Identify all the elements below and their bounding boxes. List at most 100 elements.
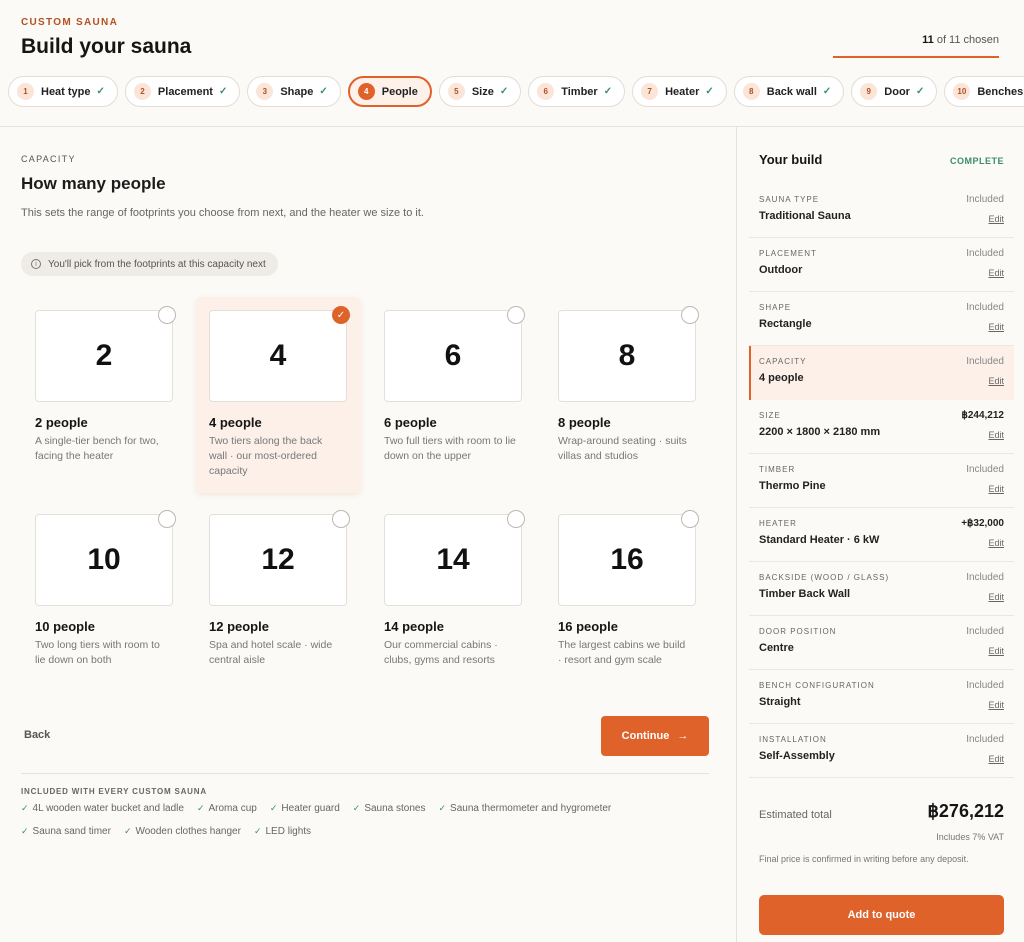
option-description: The largest cabins we build · resort and… [558,639,686,666]
section-description: This sets the range of footprints you ch… [21,207,424,219]
capacity-option-card[interactable]: 8 8 people Wrap-around seating · suits vil… [558,306,723,506]
capacity-option-card[interactable]: 6 6 people Two full tiers with room to lie… [384,306,549,506]
included-item: ✓ Heater guard [270,802,340,815]
step-number: 1 [17,83,34,100]
step-tab-9[interactable]: 9 Door ✓ [851,76,938,107]
edit-link[interactable]: Edit [988,268,1004,278]
summary-row-label: INSTALLATION [759,735,827,744]
included-item-label: LED lights [265,826,312,837]
included-item-label: Wooden clothes hanger [135,826,241,837]
check-icon: ✓ [21,826,29,836]
progress-bar [833,56,999,58]
radio-button[interactable] [158,510,176,528]
step-number: 5 [447,83,465,100]
step-tab-4[interactable]: 4 People [347,76,432,107]
summary-row-price: Included [966,464,1004,475]
radio-checked-icon[interactable]: ✓ [332,306,350,324]
included-item-label: Aroma cup [208,803,257,814]
progress-fill [833,56,999,58]
capacity-option-card[interactable]: 16 16 people The largest cabins we build ·… [558,510,723,710]
summary-row: BACKSIDE (WOOD / GLASS) Timber Back Wall I… [749,562,1014,616]
step-label: Benches [977,85,1024,98]
summary-row-label: SHAPE [759,303,792,312]
summary-row: SAUNA TYPE Traditional Sauna Included Edit [749,184,1014,238]
option-description: Our commercial cabins · clubs, gyms and … [384,639,498,666]
step-tab-2[interactable]: 2 Placement ✓ [124,76,241,107]
summary-row-value: Rectangle [759,318,812,330]
capacity-number: 8 [558,310,696,402]
edit-link[interactable]: Edit [988,592,1004,602]
step-tab-8[interactable]: 8 Back wall ✓ [733,76,845,107]
edit-link[interactable]: Edit [988,322,1004,332]
radio-button[interactable] [158,306,176,324]
summary-row-value: Timber Back Wall [759,588,851,600]
option-title: 4 people [209,415,262,430]
check-icon: ✓ [218,86,228,97]
radio-button[interactable] [507,510,525,528]
check-icon: ✓ [269,803,278,813]
continue-button[interactable]: Continue → [601,716,709,756]
edit-link[interactable]: Edit [988,430,1004,440]
radio-button[interactable] [332,510,350,528]
radio-button[interactable] [681,510,699,528]
included-item-label: 4L wooden water bucket and ladle [32,803,184,814]
step-label: Shape [280,85,314,98]
step-label: Heat type [41,85,91,98]
vat-note: Includes 7% VAT [936,832,1004,842]
edit-link[interactable]: Edit [988,700,1004,710]
option-description: Two long tiers with room to lie down on … [35,639,160,666]
edit-link[interactable]: Edit [988,754,1004,764]
total-label: Estimated total [759,809,832,821]
hint-text: You'll pick from the footprints at this … [48,258,266,270]
step-tab-1[interactable]: 1 Heat type ✓ [8,76,118,107]
capacity-number: 4 [209,310,347,402]
step-label: People [381,85,418,98]
summary-row-label: CAPACITY [759,357,807,366]
capacity-option-card[interactable]: 4 ✓ 4 people Two tiers along the back wall … [196,297,374,506]
summary-row-value: Outdoor [759,264,803,276]
summary-row-price: Included [966,356,1004,367]
option-title: 16 people [558,619,618,634]
capacity-option-card[interactable]: 12 12 people Spa and hotel scale · wide ce… [209,510,374,710]
summary-row-price: Included [966,302,1004,313]
step-number: 4 [357,83,375,100]
edit-link[interactable]: Edit [988,538,1004,548]
step-tab-6[interactable]: 6 Timber ✓ [528,76,626,107]
check-icon: ✓ [438,803,447,813]
progress-count: 11 [922,34,934,46]
radio-button[interactable] [681,306,699,324]
step-tab-10[interactable]: 10Benches✓ [944,76,1024,107]
step-label: Back wall [766,85,817,98]
step-tab-5[interactable]: 5 Size ✓ [438,76,522,107]
summary-row-value: 2200 × 1800 × 2180 mm [759,426,881,438]
included-item-label: Sauna sand timer [32,826,111,837]
option-description: Wrap-around seating · suits villas and s… [558,435,687,462]
step-tab-3[interactable]: 3 Shape ✓ [247,76,341,107]
step-number: 9 [860,83,878,100]
capacity-number: 6 [384,310,522,402]
summary-row-label: SAUNA TYPE [759,195,820,204]
step-number: 2 [133,83,151,100]
progress-label: 11 of 11 chosen [922,34,999,46]
step-number: 10 [953,83,971,100]
add-to-quote-button[interactable]: Add to quote [759,895,1004,935]
capacity-option-card[interactable]: 10 10 people Two long tiers with room to l… [35,510,200,710]
capacity-option-card[interactable]: 2 2 people A single-tier bench for two, fa… [35,306,200,506]
summary-row-label: HEATER [759,519,797,528]
included-item: ✓ Sauna sand timer [21,825,111,838]
step-tab-7[interactable]: 7 Heater ✓ [632,76,727,107]
capacity-option-card[interactable]: 14 14 people Our commercial cabins · clubs… [384,510,549,710]
edit-link[interactable]: Edit [988,484,1004,494]
progress-rest: of 11 chosen [933,34,999,46]
option-title: 8 people [558,415,611,430]
edit-link[interactable]: Edit [988,646,1004,656]
header-divider [0,126,1024,127]
edit-link[interactable]: Edit [988,214,1004,224]
radio-button[interactable] [507,306,525,324]
sidebar-divider [736,127,737,942]
summary-row-label: TIMBER [759,465,796,474]
total-value: ฿276,212 [927,801,1004,821]
edit-link[interactable]: Edit [988,376,1004,386]
back-button[interactable]: Back [24,729,50,741]
summary-row: BENCH CONFIGURATION Straight Included Edit [749,670,1014,724]
